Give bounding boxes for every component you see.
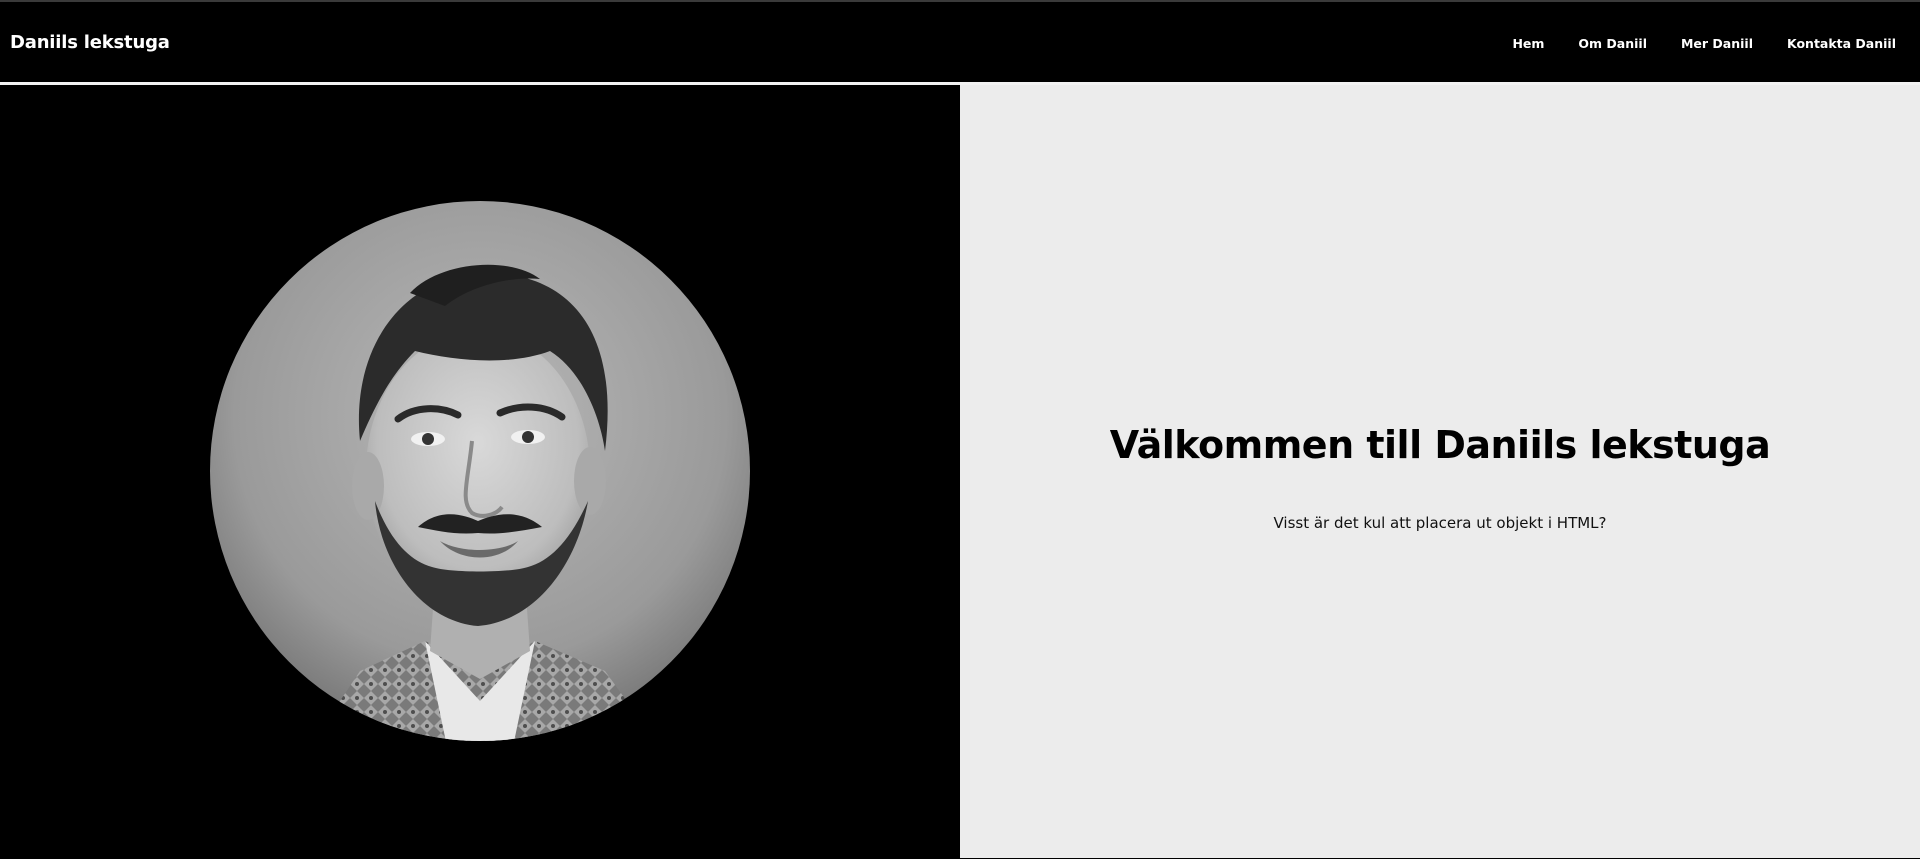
hero-image-panel (0, 85, 960, 858)
nav-link-mer-daniil[interactable]: Mer Daniil (1681, 36, 1753, 51)
navbar: Daniils lekstuga Hem Om Daniil Mer Danii… (0, 2, 1920, 85)
portrait-illustration (210, 201, 750, 741)
nav-links: Hem Om Daniil Mer Daniil Kontakta Daniil (1478, 36, 1896, 51)
site-brand[interactable]: Daniils lekstuga (10, 32, 170, 53)
nav-link-hem[interactable]: Hem (1512, 36, 1544, 51)
nav-link-kontakta-daniil[interactable]: Kontakta Daniil (1787, 36, 1896, 51)
hero-text-panel: Välkommen till Daniils lekstuga Visst är… (960, 85, 1920, 858)
hero-title: Välkommen till Daniils lekstuga (1109, 423, 1771, 467)
hero-subtitle: Visst är det kul att placera ut objekt i… (1273, 514, 1607, 532)
portrait-photo (210, 201, 750, 741)
nav-link-om-daniil[interactable]: Om Daniil (1578, 36, 1647, 51)
